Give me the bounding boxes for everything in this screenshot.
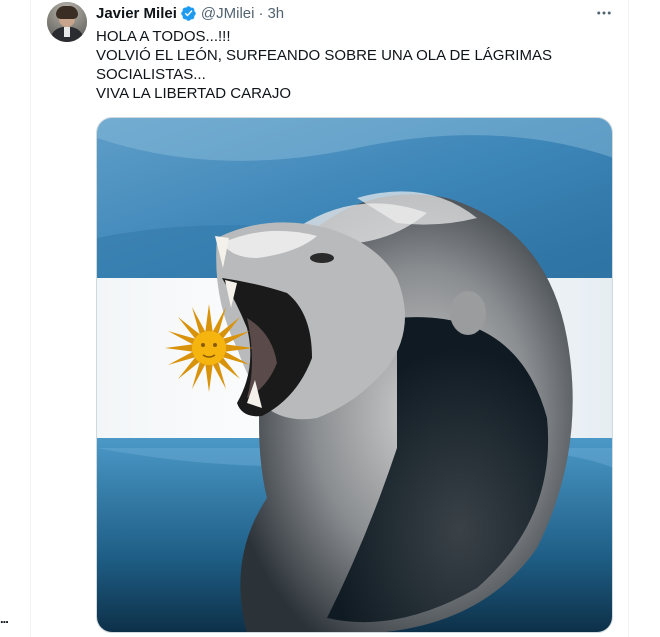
sidebar-more-button[interactable]: ... (0, 611, 9, 626)
more-options-button[interactable] (593, 3, 615, 23)
tweet-header: Javier Milei @JMilei · 3h (96, 3, 284, 23)
author-handle[interactable]: @JMilei (201, 5, 255, 22)
tweet-media-image[interactable] (96, 117, 613, 633)
timestamp[interactable]: 3h (267, 5, 284, 22)
avatar[interactable] (47, 2, 87, 42)
tweet-text-line: HOLA A TODOS...!!! (96, 28, 231, 45)
tweet[interactable]: Javier Milei @JMilei · 3h HOLA A TODOS..… (31, 0, 628, 637)
tweet-text-line: VIVA LA LIBERTAD CARAJO (96, 85, 292, 102)
more-icon (597, 11, 611, 15)
tweet-text: HOLA A TODOS...!!! VOLVIÓ EL LEÓN, SURFE… (96, 27, 596, 103)
tweet-text-line: VOLVIÓ EL LEÓN, SURFEANDO SOBRE UNA OLA … (96, 47, 552, 64)
tweet-text-line: SOCIALISTAS... (96, 66, 206, 83)
image-icon (97, 118, 612, 632)
author-name[interactable]: Javier Milei (96, 5, 177, 22)
verified-badge-icon (181, 5, 196, 21)
separator: · (258, 4, 264, 22)
timeline-right-border (628, 0, 629, 637)
